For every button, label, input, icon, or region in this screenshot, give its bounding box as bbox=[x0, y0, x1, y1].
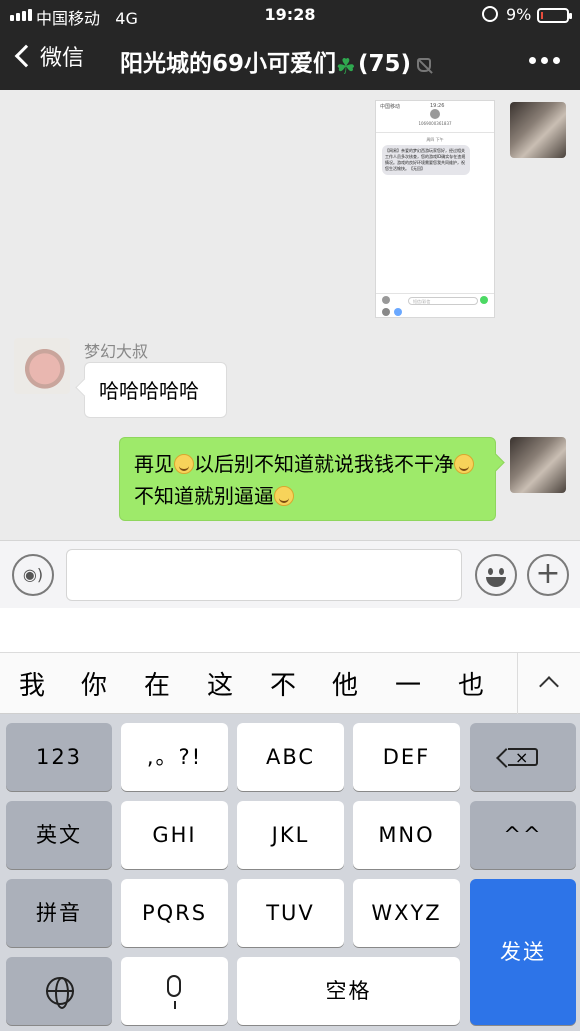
key-punctuation[interactable]: ,。?! bbox=[121, 723, 228, 791]
send-key[interactable]: 发送 bbox=[470, 879, 576, 1025]
key-abc[interactable]: ABC bbox=[237, 723, 344, 791]
shot-input-bar: 短信/彩信 bbox=[376, 293, 494, 317]
key-jkl[interactable]: JKL bbox=[237, 801, 344, 869]
candidate-word[interactable]: 你 bbox=[74, 665, 114, 702]
candidate-word[interactable]: 一 bbox=[388, 665, 428, 702]
send-arrow-icon bbox=[480, 296, 488, 304]
message-text: 哈哈哈哈哈 bbox=[99, 379, 199, 403]
plus-icon: + bbox=[535, 556, 561, 591]
shot-sms-bubble: 【网易】亲爱的梦幻西游玩家您好，经过相关工作人员多次核查，您的游戏ID确实存在违… bbox=[382, 145, 470, 175]
emoji-icon bbox=[488, 568, 493, 575]
top-bar: 中国移动 4G 19:28 9% 微信 阳光城的69小可爱们☘(75) bbox=[0, 0, 580, 90]
shot-timestamp: 周四 下午 bbox=[426, 137, 444, 142]
key-mno[interactable]: MNO bbox=[353, 801, 460, 869]
member-count: (75) bbox=[358, 51, 412, 77]
emoji-button[interactable] bbox=[475, 554, 517, 596]
dictation-key[interactable] bbox=[121, 957, 228, 1025]
back-button[interactable]: 微信 bbox=[12, 40, 84, 72]
message-text-part2: 以后别不知道就说我钱不干净 bbox=[194, 452, 454, 476]
message-text-part3: 不知道就别逼逼 bbox=[134, 484, 274, 508]
camera-icon bbox=[382, 308, 390, 316]
message-text-part1: 再见 bbox=[134, 452, 174, 476]
key-ghi[interactable]: GHI bbox=[121, 801, 228, 869]
chevron-left-icon bbox=[14, 44, 38, 68]
microphone-icon bbox=[167, 975, 181, 1009]
candidate-bar: 我 你 在 这 不 他 一 也 bbox=[0, 652, 580, 714]
chevron-up-icon bbox=[539, 676, 559, 696]
expand-candidates-button[interactable] bbox=[517, 653, 580, 714]
key-123[interactable]: 123 bbox=[6, 723, 112, 791]
appstore-icon bbox=[394, 308, 402, 316]
battery-percent: 9% bbox=[506, 5, 532, 24]
mute-icon bbox=[417, 57, 432, 72]
backspace-icon bbox=[508, 723, 538, 793]
shamrock-icon: ☘ bbox=[336, 55, 356, 80]
globe-icon bbox=[46, 977, 74, 1009]
key-emoticon[interactable]: ^^ bbox=[470, 801, 576, 869]
voice-button[interactable]: ◉) bbox=[12, 554, 54, 596]
shot-number: 1069000361837 bbox=[418, 121, 452, 126]
space-key[interactable]: 空格 bbox=[237, 957, 460, 1025]
battery-icon bbox=[537, 8, 572, 23]
message-bubble-self[interactable]: 再见 以后别不知道就说我钱不干净不知道就别逼逼 bbox=[119, 437, 496, 521]
message-bubble-other[interactable]: 哈哈哈哈哈 bbox=[84, 362, 227, 418]
chat-title-text: 阳光城的69小可爱们 bbox=[120, 51, 337, 77]
message-input[interactable] bbox=[66, 549, 462, 601]
extra-panel bbox=[0, 608, 580, 652]
contact-avatar-icon bbox=[430, 109, 440, 119]
candidate-word[interactable]: 也 bbox=[451, 665, 491, 702]
key-english[interactable]: 英文 bbox=[6, 801, 112, 869]
keyboard: 123 ,。?! ABC DEF 英文 GHI JKL MNO ^^ 拼音 PQ… bbox=[0, 714, 580, 1031]
nav-bar: 微信 阳光城的69小可爱们☘(75) bbox=[0, 30, 580, 90]
sender-avatar[interactable] bbox=[14, 338, 70, 394]
more-dots-icon bbox=[529, 57, 536, 64]
self-avatar[interactable] bbox=[510, 437, 566, 493]
smile-emoji-icon bbox=[274, 486, 294, 506]
self-avatar[interactable] bbox=[510, 102, 566, 158]
key-tuv[interactable]: TUV bbox=[237, 879, 344, 947]
shot-input: 短信/彩信 bbox=[408, 297, 478, 305]
orientation-lock-icon bbox=[482, 6, 498, 22]
candidate-word[interactable]: 他 bbox=[325, 665, 365, 702]
back-label: 微信 bbox=[40, 46, 85, 71]
candidate-word[interactable]: 这 bbox=[200, 665, 240, 702]
input-bar: ◉) + bbox=[0, 540, 580, 608]
battery-fill bbox=[541, 12, 543, 19]
more-button[interactable] bbox=[529, 57, 560, 64]
status-bar: 中国移动 4G 19:28 9% bbox=[0, 0, 580, 30]
key-wxyz[interactable]: WXYZ bbox=[353, 879, 460, 947]
smile-emoji-icon bbox=[174, 454, 194, 474]
chat-title: 阳光城的69小可爱们☘(75) bbox=[120, 44, 480, 79]
smile-emoji-icon bbox=[454, 454, 474, 474]
candidate-word[interactable]: 在 bbox=[137, 665, 177, 702]
key-def[interactable]: DEF bbox=[353, 723, 460, 791]
candidate-word[interactable]: 我 bbox=[12, 665, 52, 702]
sender-name: 梦幻大叔 bbox=[84, 342, 149, 361]
shot-header: 1069000361837 bbox=[376, 107, 494, 133]
key-pqrs[interactable]: PQRS bbox=[121, 879, 228, 947]
candidate-word[interactable]: 不 bbox=[263, 665, 303, 702]
image-message[interactable]: 中国移动 19:26 1069000361837 周四 下午 【网易】亲爱的梦幻西… bbox=[375, 100, 495, 318]
voice-icon: ◉) bbox=[22, 565, 44, 584]
backspace-key[interactable] bbox=[470, 723, 576, 793]
globe-key[interactable] bbox=[6, 957, 112, 1025]
plus-button[interactable]: + bbox=[527, 554, 569, 596]
chat-area[interactable]: 中国移动 19:26 1069000361837 周四 下午 【网易】亲爱的梦幻西… bbox=[0, 90, 580, 540]
key-pinyin[interactable]: 拼音 bbox=[6, 879, 112, 947]
